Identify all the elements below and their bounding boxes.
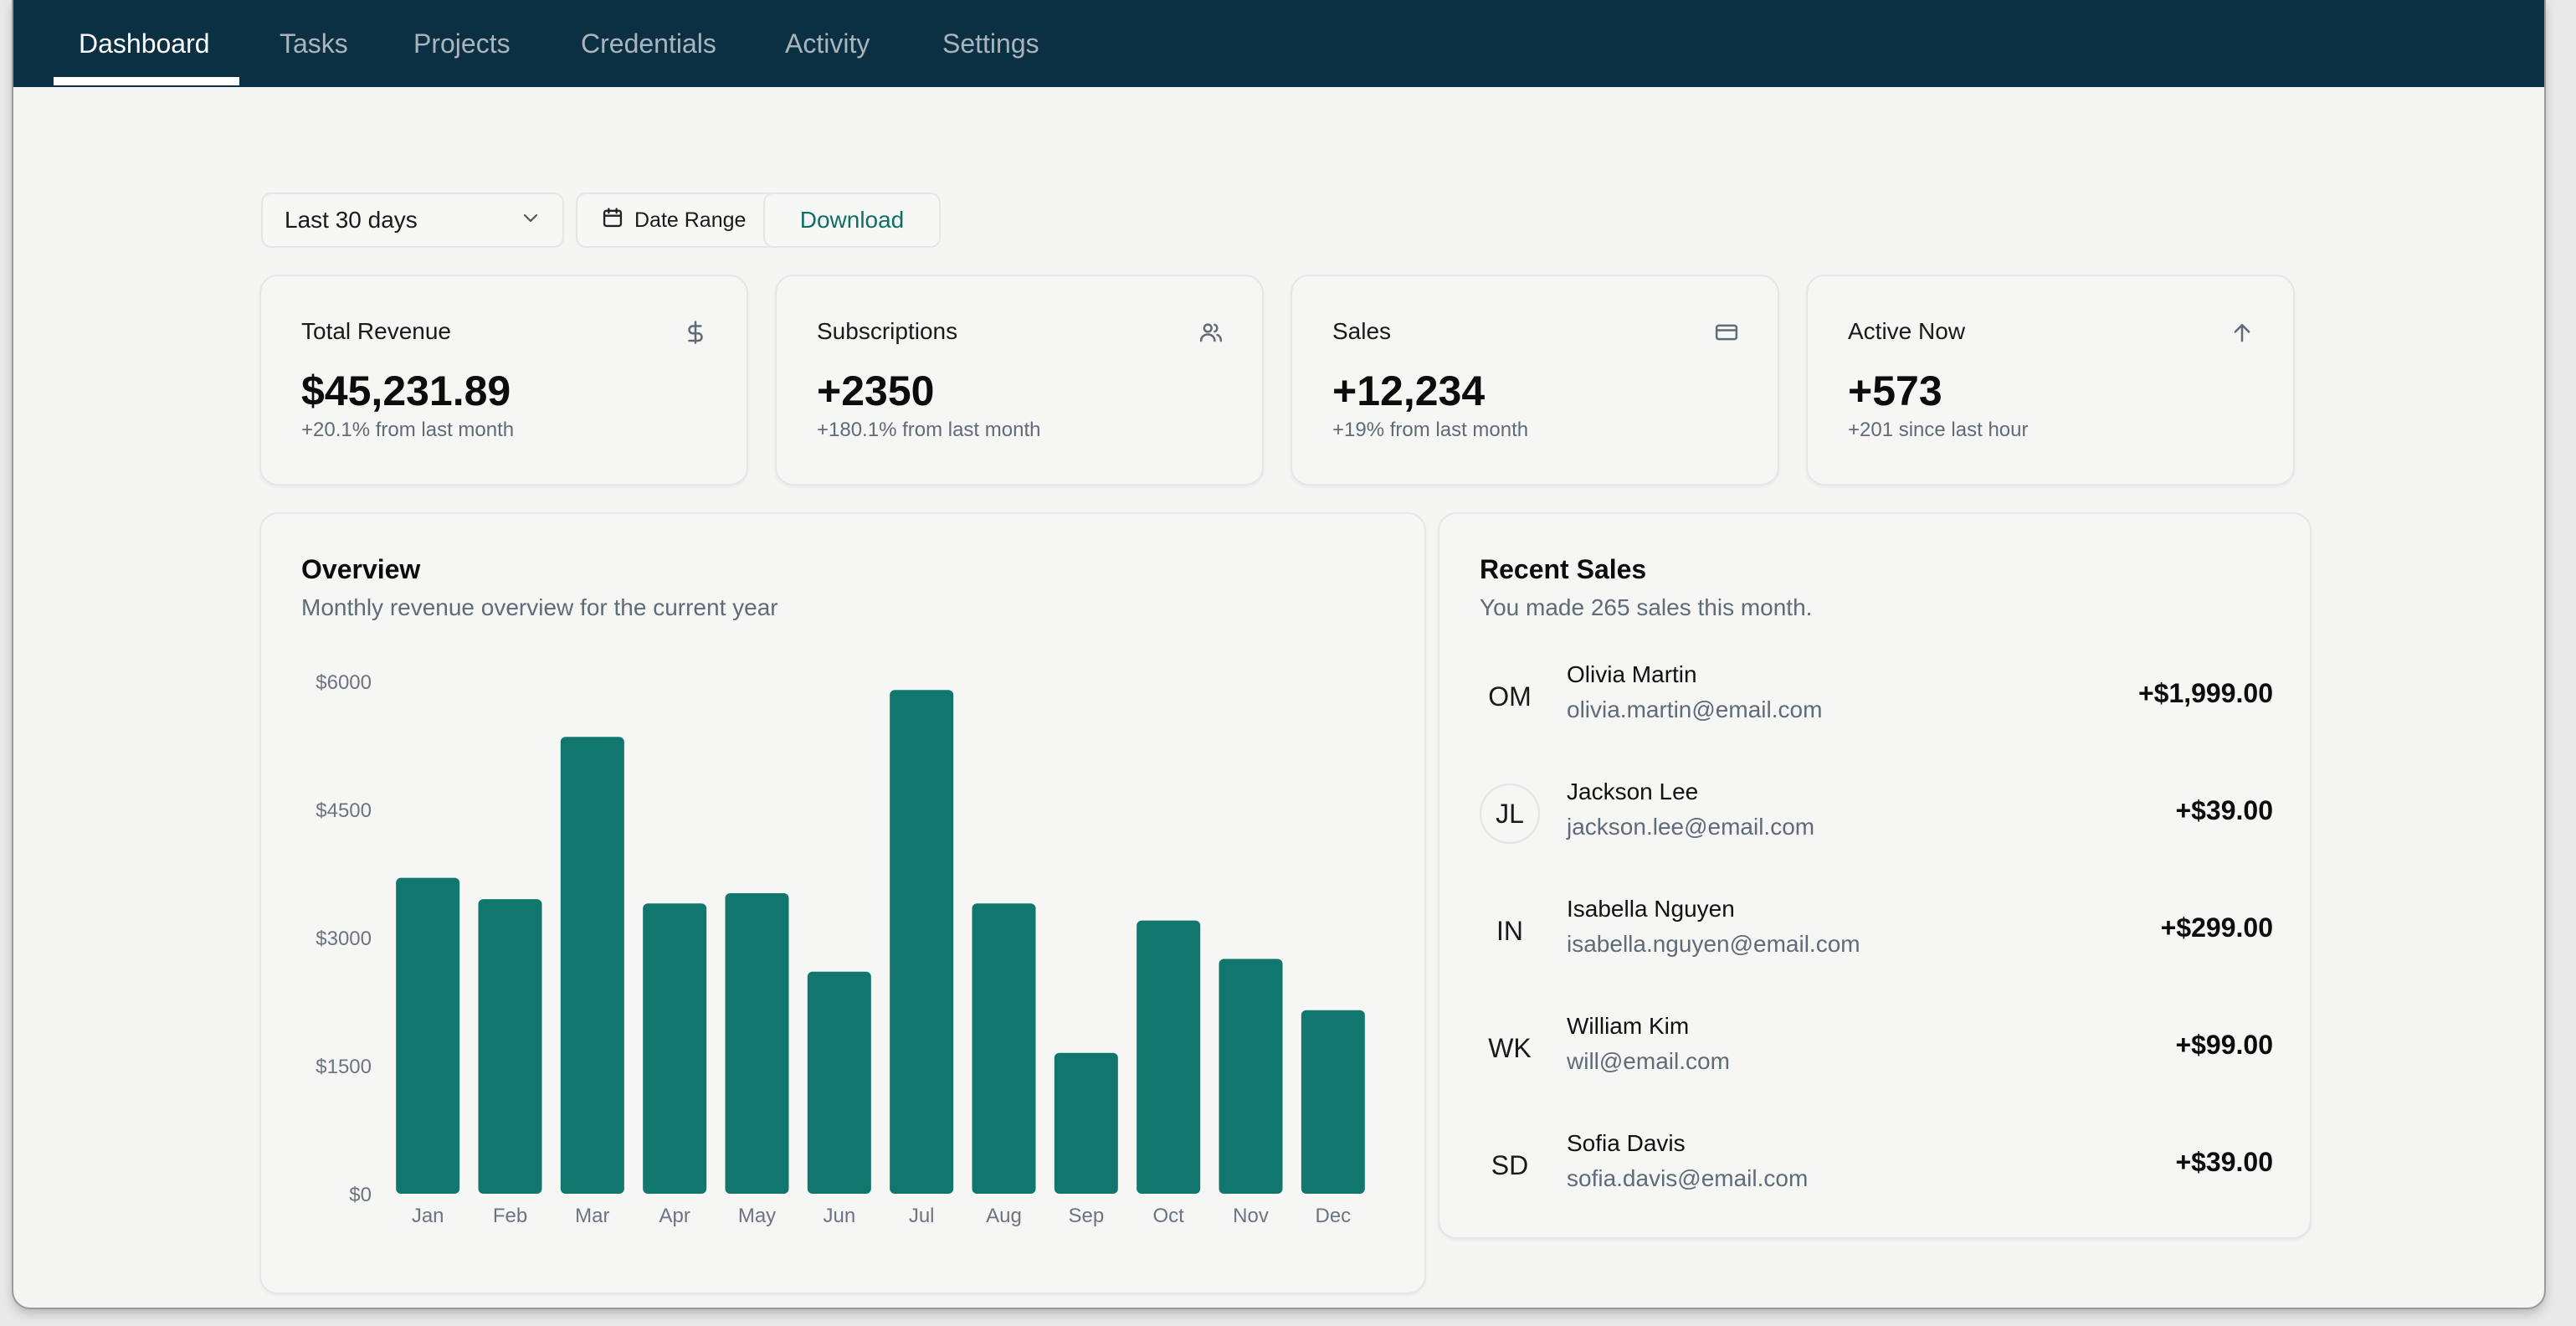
revenue-bar-chart: $0 $1500 $3000 $4500 $6000 Jan Feb Mar Apr May Jun… [316,671,1365,1227]
avatar: SD [1491,1149,1529,1180]
x-axis-tick-label: Jun [823,1205,855,1227]
stat-note: +180.1% from last month [817,419,1041,441]
recent-sales-title: Recent Sales [1480,554,1647,584]
x-axis-tick-label: Nov [1233,1205,1269,1227]
sale-customer-email: jackson.lee@email.com [1567,814,1815,840]
sale-amount: +$1,999.00 [2137,678,2273,708]
tab-tasks[interactable]: Tasks [280,0,348,87]
stat-card-sales: Sales +12,234 +19% from last month [1291,275,1779,486]
list-item[interactable]: SD Sofia Davis sofia.davis@email.com +$3… [1480,1125,2273,1200]
stat-value: +573 [1848,367,1942,414]
x-axis-tick-label: Dec [1315,1205,1351,1227]
sale-customer-name: Olivia Martin [1567,661,1697,687]
stat-value: $45,231.89 [301,367,511,414]
x-axis-tick-label: Mar [575,1205,609,1227]
sale-customer-email: sofia.davis@email.com [1567,1165,1809,1191]
tab-dashboard[interactable]: Dashboard [79,0,210,87]
x-axis-tick-label: Jan [412,1205,444,1227]
avatar: WK [1488,1032,1532,1063]
sale-customer-email: will@email.com [1567,1048,1730,1074]
stat-title: Active Now [1848,318,1966,344]
x-axis-tick-label: Sep [1068,1205,1104,1227]
list-item[interactable]: IN Isabella Nguyen isabella.nguyen@email… [1480,891,2273,966]
chart-bar-oct[interactable] [1137,920,1201,1194]
app-window: Dashboard Tasks Projects Credentials Act… [13,0,2544,1308]
sale-customer-email: olivia.martin@email.com [1567,696,1823,722]
y-axis-tick-label: $4500 [316,799,372,822]
stat-note: +20.1% from last month [301,419,515,441]
sale-customer-name: Jackson Lee [1567,779,1699,804]
recent-sales-subtitle: You made 265 sales this month. [1480,594,1813,620]
sale-customer-name: Sofia Davis [1567,1130,1686,1156]
stat-card-total-revenue: Total Revenue $45,231.89 +20.1% from las… [259,275,748,486]
tab-projects[interactable]: Projects [413,0,511,87]
sale-amount: +$39.00 [2175,1147,2273,1177]
sale-amount: +$39.00 [2175,795,2273,825]
download-button[interactable]: Download [763,193,941,248]
download-button-label: Download [799,207,905,233]
x-axis-tick-label: Feb [493,1205,527,1227]
list-item[interactable]: JL Jackson Lee jackson.lee@email.com +$3… [1480,774,2273,849]
stat-card-active-now: Active Now +573 +201 since last hour [1806,275,2295,486]
credit-card-icon [1714,320,1739,345]
chart-bar-may[interactable] [725,892,789,1194]
overview-card: Overview Monthly revenue overview for th… [259,512,1426,1294]
tab-credentials[interactable]: Credentials [581,0,716,87]
chart-bar-feb[interactable] [478,899,542,1194]
chart-bar-jul[interactable] [890,690,954,1194]
sale-amount: +$299.00 [2160,912,2273,943]
avatar: OM [1488,681,1532,712]
y-axis-tick-label: $0 [349,1184,372,1206]
stat-title: Total Revenue [301,318,452,344]
active-tab-indicator [54,77,239,85]
avatar: IN [1496,915,1523,946]
arrow-up-icon [2230,320,2255,345]
stat-value: +12,234 [1332,367,1486,414]
stat-value: +2350 [817,367,935,414]
chart-bar-jun[interactable] [807,971,871,1194]
date-range-select[interactable]: Last 30 days [261,193,564,248]
stat-card-subscriptions: Subscriptions +2350 +180.1% from last mo… [775,275,1264,486]
chart-bar-sep[interactable] [1054,1052,1118,1194]
sale-customer-email: isabella.nguyen@email.com [1567,931,1860,957]
chart-bar-dec[interactable] [1301,1010,1365,1194]
avatar: JL [1480,784,1540,844]
x-axis-tick-label: Aug [986,1205,1022,1227]
chart-bar-aug[interactable] [972,903,1036,1194]
stat-title: Subscriptions [817,318,958,344]
list-item[interactable]: WK William Kim will@email.com +$99.00 [1480,1008,2273,1083]
sale-customer-name: William Kim [1567,1013,1690,1039]
recent-sales-card: Recent Sales You made 265 sales this mon… [1438,512,2312,1239]
stat-note: +201 since last hour [1848,419,2029,441]
calendar-icon [601,206,624,235]
date-range-button[interactable]: Date Range [576,193,777,248]
chart-bar-mar[interactable] [560,737,624,1194]
dollar-icon [683,320,708,345]
x-axis-tick-label: Jul [909,1205,935,1227]
x-axis-tick-label: May [738,1205,776,1227]
date-range-button-label: Date Range [634,208,747,232]
chevron-down-icon [521,207,541,234]
chart-bar-jan[interactable] [396,877,460,1194]
date-range-select-value: Last 30 days [285,207,418,233]
x-axis-tick-label: Apr [659,1205,690,1227]
sale-customer-name: Isabella Nguyen [1567,896,1735,922]
chart-bar-apr[interactable] [643,903,707,1194]
list-item[interactable]: OM Olivia Martin olivia.martin@email.com… [1480,656,2273,732]
x-axis-tick-label: Oct [1152,1205,1184,1227]
sale-amount: +$99.00 [2175,1030,2273,1060]
y-axis-tick-label: $3000 [316,928,372,950]
stat-title: Sales [1332,318,1392,344]
chart-bar-nov[interactable] [1219,959,1283,1195]
top-navigation: Dashboard Tasks Projects Credentials Act… [13,0,2544,87]
y-axis-tick-label: $1500 [316,1056,372,1078]
tab-settings[interactable]: Settings [942,0,1039,87]
stat-note: +19% from last month [1332,419,1529,441]
tab-activity[interactable]: Activity [785,0,870,87]
users-icon [1198,320,1224,345]
y-axis-tick-label: $6000 [316,671,372,694]
